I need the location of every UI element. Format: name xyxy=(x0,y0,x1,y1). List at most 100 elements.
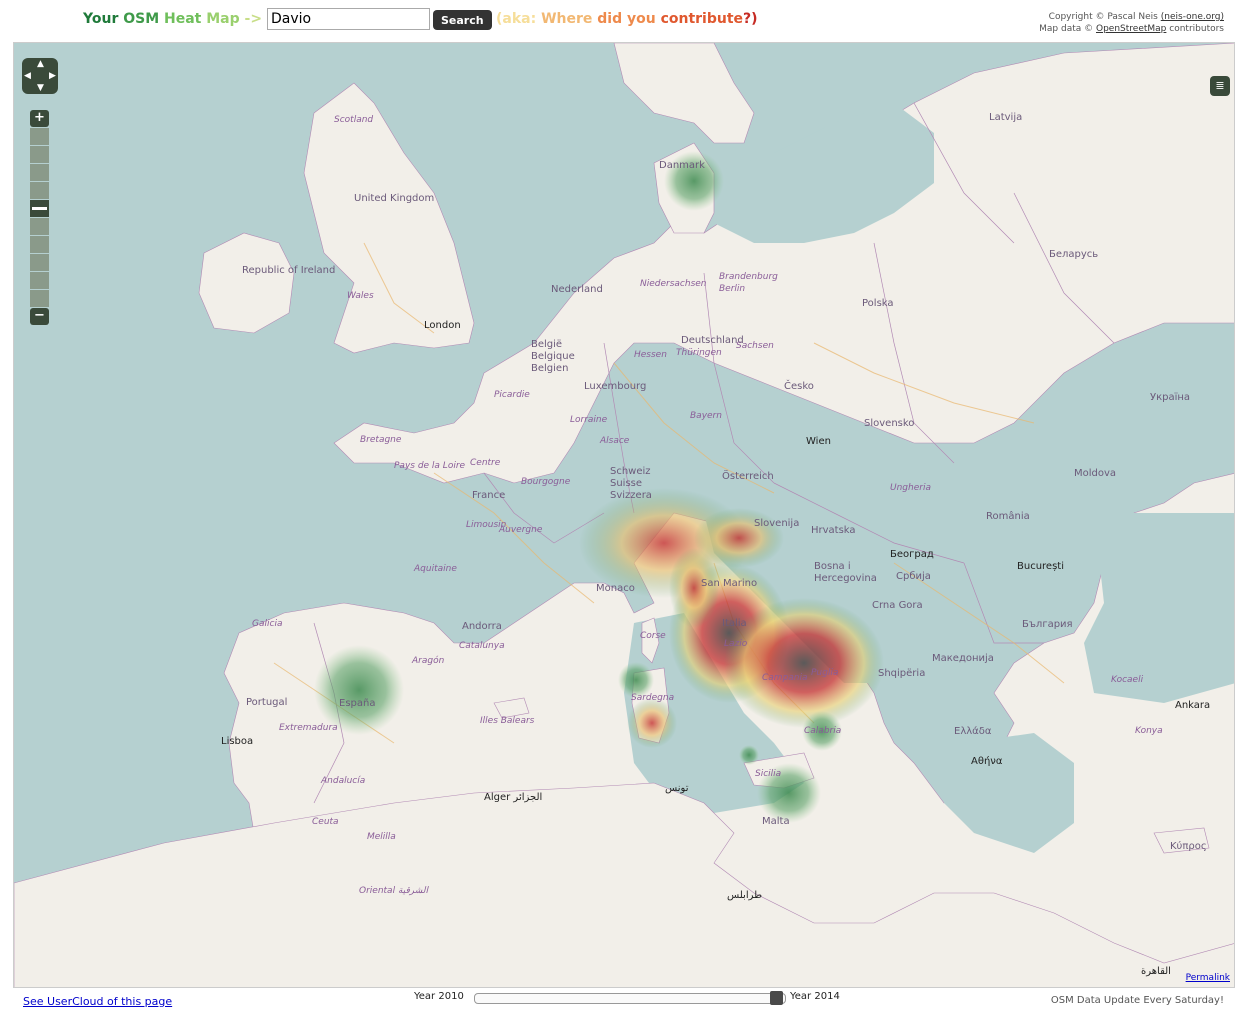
map-label: Wien xyxy=(806,436,831,447)
map-label: طرابلس xyxy=(727,890,763,901)
map-label: Aquitaine xyxy=(414,564,457,574)
year-slider-handle[interactable] xyxy=(770,991,783,1005)
map-label: България xyxy=(1022,619,1073,630)
aka-part-1: (aka: xyxy=(496,11,537,27)
year-slider[interactable] xyxy=(474,991,786,1005)
zoom-level-step[interactable] xyxy=(30,254,49,271)
map-label: Kocaeli xyxy=(1111,675,1144,685)
map-label: Scotland xyxy=(334,115,374,125)
map-label: België Belgique Belgien xyxy=(531,339,575,374)
map-label: Campania xyxy=(762,673,808,683)
map-label: Ungheria xyxy=(890,483,931,493)
app-title: Your OSM Heat Map -> xyxy=(83,11,262,27)
map-label: Schweiz Suisse Svizzera xyxy=(610,466,652,501)
heat-spot-sardegna-south xyxy=(627,698,677,748)
aka-part-5: ?) xyxy=(743,11,758,27)
map-label: San Marino xyxy=(701,578,758,589)
layers-icon[interactable]: ≣ xyxy=(1210,76,1230,96)
map-label: Pays de la Loire xyxy=(394,461,466,471)
map-label: Lisboa xyxy=(221,736,254,747)
map-label: Ceuta xyxy=(312,817,339,827)
map-label: Crna Gora xyxy=(872,600,923,611)
neis-one-link[interactable]: (neis-one.org) xyxy=(1161,12,1224,22)
map-label: Bayern xyxy=(690,411,722,421)
map-label: Monaco xyxy=(596,583,635,594)
map-label: Αθήνα xyxy=(971,756,1003,767)
zoom-level-step[interactable] xyxy=(30,146,49,163)
heat-spot-sicilia xyxy=(739,745,759,765)
pan-down-icon[interactable]: ▼ xyxy=(37,84,44,93)
map-label: Luxembourg xyxy=(584,381,647,392)
zoom-track[interactable] xyxy=(30,128,49,307)
contributors-text: contributors xyxy=(1169,24,1224,34)
map-label: Alger ‎الجزائر‎ xyxy=(484,792,543,803)
heat-spot-south-italy xyxy=(724,598,884,728)
aka-part-2: Where xyxy=(541,11,593,27)
zoom-level-step[interactable] xyxy=(30,164,49,181)
map-label: Melilla xyxy=(367,832,396,842)
map-label: Latvija xyxy=(989,112,1023,123)
zoom-level-step[interactable] xyxy=(30,218,49,235)
permalink-link[interactable]: Permalink xyxy=(1186,973,1230,983)
map-label: Centre xyxy=(470,458,501,468)
title-part-3: Heat xyxy=(164,11,202,27)
copyright: Copyright © Pascal Neis (neis-one.org) M… xyxy=(1039,11,1224,35)
username-input[interactable] xyxy=(267,8,430,30)
map[interactable]: Scotland United Kingdom Republic of Irel… xyxy=(13,42,1235,988)
map-label: Republic of Ireland xyxy=(242,265,336,276)
aka-part-4: contribute xyxy=(660,11,744,27)
zoom-out-button[interactable]: − xyxy=(30,308,49,325)
map-label: Bretagne xyxy=(360,435,402,445)
map-label: Illes Balears xyxy=(480,716,535,726)
map-label: Niedersachsen xyxy=(640,279,707,289)
copyright-text: Copyright © Pascal Neis xyxy=(1048,12,1158,22)
aka-part-3: did you xyxy=(597,11,656,27)
usercloud-link[interactable]: See UserCloud of this page xyxy=(23,995,172,1008)
title-part-2: OSM xyxy=(123,11,160,27)
map-label: Puglia xyxy=(811,668,839,678)
zoom-level-step[interactable] xyxy=(30,128,49,145)
map-label: Picardie xyxy=(494,390,530,400)
map-label: España xyxy=(339,698,376,709)
zoom-level-step[interactable] xyxy=(30,182,49,199)
map-label: Konya xyxy=(1135,726,1163,736)
pan-left-icon[interactable]: ◀ xyxy=(24,72,31,81)
map-label: Hrvatska xyxy=(811,525,856,536)
zoom-in-button[interactable]: + xyxy=(30,110,49,127)
search-button[interactable]: Search xyxy=(433,10,492,30)
openstreetmap-link[interactable]: OpenStreetMap xyxy=(1096,24,1166,34)
map-label: القاهرة xyxy=(1141,966,1171,977)
update-note: OSM Data Update Every Saturday! xyxy=(1050,995,1224,1006)
map-label: Calabria xyxy=(804,726,842,736)
map-label: Danmark xyxy=(659,160,705,171)
map-label: Galicia xyxy=(252,619,283,629)
map-label: Moldova xyxy=(1074,468,1117,479)
map-label: România xyxy=(986,511,1030,522)
pan-control[interactable]: ▲ ▼ ◀ ▶ xyxy=(22,58,58,94)
map-label: Malta xyxy=(762,816,790,827)
map-label: Slovensko xyxy=(864,418,915,429)
map-label: Sardegna xyxy=(631,693,675,703)
map-label: Aragón xyxy=(412,656,445,666)
pan-up-icon[interactable]: ▲ xyxy=(37,60,44,69)
map-label: Oriental الشرقية xyxy=(359,886,429,896)
map-label: United Kingdom xyxy=(354,193,435,204)
map-label: تونس xyxy=(665,783,689,794)
map-label: Nederland xyxy=(551,284,603,295)
pan-right-icon[interactable]: ▶ xyxy=(49,72,56,81)
zoom-level-step[interactable] xyxy=(30,290,49,307)
map-label: Andorra xyxy=(462,621,502,632)
zoom-level-step[interactable] xyxy=(30,272,49,289)
map-base xyxy=(14,43,1234,987)
map-label: Sicilia xyxy=(755,769,782,779)
map-label: Ελλάδα xyxy=(954,726,992,737)
black-sea xyxy=(1084,513,1234,703)
zoom-level-indicator[interactable] xyxy=(30,200,49,217)
map-label: Portugal xyxy=(246,697,288,708)
map-label: Wales xyxy=(347,291,374,301)
map-label: Österreich xyxy=(722,471,774,482)
map-data-text: Map data © xyxy=(1039,24,1094,34)
zoom-level-step[interactable] xyxy=(30,236,49,253)
map-label: Catalunya xyxy=(459,641,505,651)
year-start-label: Year 2010 xyxy=(414,991,464,1002)
